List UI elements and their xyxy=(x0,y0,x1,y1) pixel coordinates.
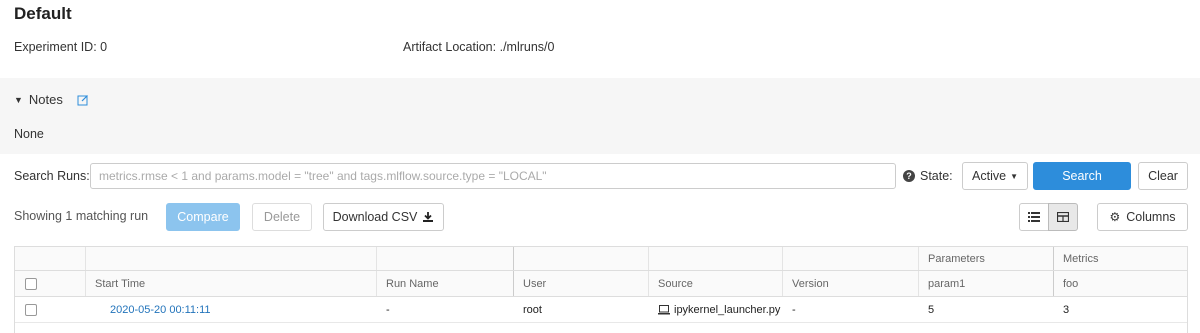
experiment-title: Default xyxy=(14,4,72,23)
column-header-run-name[interactable]: Run Name xyxy=(376,271,513,296)
notes-header[interactable]: ▼ Notes xyxy=(14,92,89,107)
column-header-start-time[interactable]: Start Time xyxy=(85,271,376,296)
matching-runs-count: Showing 1 matching run xyxy=(14,209,149,223)
select-all-cell xyxy=(15,271,85,296)
clear-button[interactable]: Clear xyxy=(1138,162,1188,190)
source-name: ipykernel_launcher.py xyxy=(674,303,781,316)
source-cell[interactable]: ipykernel_launcher.py xyxy=(648,297,782,322)
parameters-group-header: Parameters xyxy=(928,252,985,265)
column-header-user[interactable]: User xyxy=(513,271,648,296)
download-csv-button[interactable]: Download CSV xyxy=(323,203,444,231)
list-icon xyxy=(1028,212,1040,222)
column-header-row: Start Time Run Name User Source Version … xyxy=(15,271,1187,297)
run-start-time-link[interactable]: 2020-05-20 00:11:11 xyxy=(100,297,376,322)
run-name-cell: - xyxy=(386,303,390,316)
artifact-location: Artifact Location: ./mlruns/0 xyxy=(403,40,554,54)
column-header-source[interactable]: Source xyxy=(648,271,782,296)
list-view-button[interactable] xyxy=(1019,203,1049,231)
grid-view-button[interactable] xyxy=(1048,203,1078,231)
param1-cell: 5 xyxy=(928,303,935,316)
run-start-time[interactable]: 2020-05-20 00:11:11 xyxy=(110,304,211,316)
download-icon xyxy=(423,212,434,222)
columns-label: Columns xyxy=(1126,210,1176,224)
state-value: Active xyxy=(972,169,1007,183)
laptop-icon xyxy=(658,304,670,314)
experiment-id-value: 0 xyxy=(100,40,108,54)
notes-label: Notes xyxy=(28,92,63,107)
search-button[interactable]: Search xyxy=(1033,162,1131,190)
select-all-checkbox[interactable] xyxy=(25,277,37,290)
search-input[interactable] xyxy=(90,163,896,189)
version-cell: - xyxy=(792,303,796,316)
column-header-param1[interactable]: param1 xyxy=(918,271,1053,296)
notes-body: None xyxy=(14,127,44,141)
table-row: 2020-05-20 00:11:11 - root ipykernel_lau… xyxy=(15,297,1187,323)
foo-cell: 3 xyxy=(1063,303,1070,316)
column-header-version[interactable]: Version xyxy=(782,271,918,296)
row-select-cell xyxy=(15,297,85,322)
metrics-group-header: Metrics xyxy=(1063,252,1099,265)
caret-down-icon[interactable]: ▼ xyxy=(14,95,23,105)
search-runs-label: Search Runs: xyxy=(14,169,90,183)
artifact-location-label: Artifact Location: xyxy=(403,40,497,54)
delete-button[interactable]: Delete xyxy=(252,203,312,231)
user-cell: root xyxy=(523,303,542,316)
table-icon xyxy=(1057,212,1069,222)
gear-icon: ⚙ xyxy=(1109,210,1121,224)
caret-down-icon: ▼ xyxy=(1010,171,1018,181)
experiment-id-label: Experiment ID: xyxy=(14,40,97,54)
artifact-location-value: ./mlruns/0 xyxy=(499,40,555,54)
row-checkbox[interactable] xyxy=(25,303,37,316)
columns-button[interactable]: ⚙ Columns xyxy=(1097,203,1188,231)
state-label: State: xyxy=(920,169,953,183)
compare-button[interactable]: Compare xyxy=(166,203,240,231)
help-circle-icon[interactable]: ? xyxy=(903,170,915,182)
runs-table: Parameters Metrics Start Time Run Name U… xyxy=(14,246,1188,333)
experiment-id: Experiment ID: 0 xyxy=(14,40,107,54)
state-dropdown[interactable]: Active ▼ xyxy=(962,162,1028,190)
notes-section xyxy=(0,78,1200,154)
group-header-row: Parameters Metrics xyxy=(15,247,1187,271)
column-header-foo[interactable]: foo xyxy=(1053,271,1187,296)
edit-icon[interactable] xyxy=(77,94,89,106)
download-csv-label: Download CSV xyxy=(332,210,418,224)
